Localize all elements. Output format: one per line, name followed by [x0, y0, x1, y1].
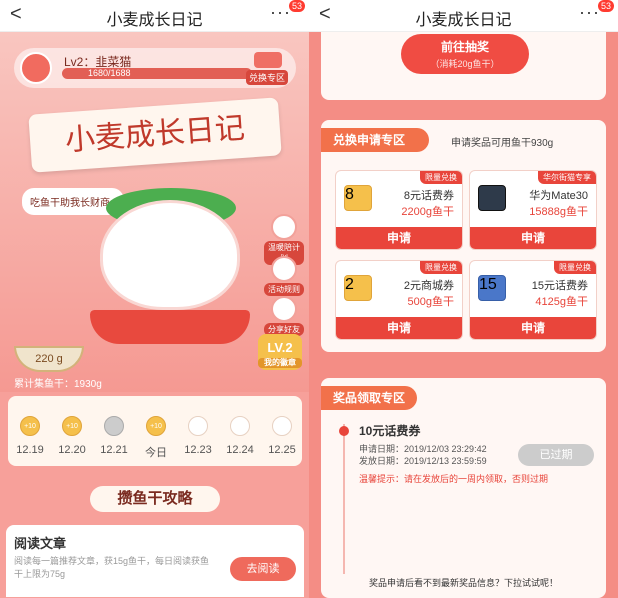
voucher-icon: 8 — [344, 185, 372, 211]
prize-name: 8元话费券 — [403, 190, 454, 202]
left-screen: < 小麦成长日记 ··· 53 Lv2：韭菜猫 1680/1688 兑换专区 小… — [0, 0, 309, 598]
calendar-date: 12.20 — [58, 444, 86, 456]
lottery-button-label: 前往抽奖 — [440, 40, 489, 54]
coin-icon — [188, 416, 208, 436]
prize-price: 500g鱼干 — [407, 296, 454, 308]
calendar-date: 今日 — [145, 447, 167, 459]
apply-button[interactable]: 申请 — [470, 227, 596, 249]
prize-name: 华为Mate30 — [529, 190, 588, 202]
calendar-date: 12.25 — [268, 444, 296, 456]
lottery-button[interactable]: 前往抽奖 （消耗20g鱼干） — [401, 34, 529, 74]
share-icon — [271, 296, 297, 322]
calendar-date: 12.23 — [184, 444, 212, 456]
cat-mascot[interactable] — [100, 200, 240, 310]
prize-name: 2元商城券 — [403, 280, 454, 292]
calendar-day[interactable]: +10 12.20 — [52, 416, 92, 456]
lottery-cost: （消耗20g鱼干） — [430, 59, 500, 69]
phone-icon — [478, 185, 506, 211]
top-bar: < 小麦成长日记 ··· 53 — [0, 0, 309, 32]
avatar[interactable] — [20, 52, 52, 84]
issue-date: 发放日期：2019/12/13 23:59:59 — [359, 456, 487, 466]
calendar-day[interactable]: 12.24 — [220, 416, 260, 456]
claim-section: 奖品领取专区 10元话费券 申请日期：2019/12/03 23:29:42 发… — [321, 378, 606, 598]
page-title: 小麦成长日记 — [415, 12, 512, 29]
prize-card: 限量兑换 8 8元话费券 2200g鱼干 申请 — [335, 170, 463, 250]
go-read-button[interactable]: 去阅读 — [230, 557, 296, 581]
more-icon[interactable]: ··· — [579, 2, 600, 23]
claim-tag: 奖品领取专区 — [321, 386, 417, 410]
pull-refresh-hint: 奖品申请后看不到最新奖品信息？下拉试试呢！ — [368, 578, 558, 588]
task-title: 阅读文章 — [14, 536, 67, 551]
badge-level: LV.2 — [267, 340, 293, 355]
prize-tag: 限量兑换 — [554, 261, 596, 274]
claim-item-name: 10元话费券 — [359, 424, 421, 438]
calendar-day[interactable]: 12.23 — [178, 416, 218, 456]
shop-icon[interactable] — [254, 52, 282, 68]
prize-price: 15888g鱼干 — [529, 206, 588, 218]
top-bar: < 小麦成长日记 ··· 53 — [309, 0, 618, 32]
prize-price: 4125g鱼干 — [535, 296, 588, 308]
mascot-pot — [90, 310, 250, 344]
timeline-line — [343, 424, 345, 574]
coin-icon — [104, 416, 124, 436]
prize-card: 限量兑换 15 15元话费券 4125g鱼干 申请 — [469, 260, 597, 340]
page-title: 小麦成长日记 — [106, 12, 203, 29]
warm-plan-icon — [271, 214, 297, 240]
side-button-share[interactable]: 分享好友 — [264, 296, 304, 336]
calendar-day[interactable]: +10 今日 — [136, 416, 176, 460]
badge-label: 我的徽章 — [258, 358, 302, 368]
notification-badge: 53 — [288, 0, 305, 12]
coin-icon — [230, 416, 250, 436]
prize-tag: 限量兑换 — [420, 171, 462, 184]
prize-card: 华尔街猫专享 华为Mate30 15888g鱼干 申请 — [469, 170, 597, 250]
more-icon[interactable]: ··· — [270, 2, 291, 23]
notification-badge: 53 — [597, 0, 614, 12]
checkin-calendar: +10 12.19 +10 12.20 12.21 +10 今日 12.23 1… — [8, 396, 302, 466]
coin-icon: +10 — [146, 416, 166, 436]
apply-button[interactable]: 申请 — [336, 317, 462, 339]
coin-icon: +10 — [62, 416, 82, 436]
apply-button[interactable]: 申请 — [470, 317, 596, 339]
coin-icon — [272, 416, 292, 436]
strategy-title: 攒鱼干攻略 — [90, 486, 220, 512]
prize-tag: 华尔街猫专享 — [538, 171, 596, 184]
calendar-day[interactable]: 12.25 — [262, 416, 302, 456]
voucher-icon: 2 — [344, 275, 372, 301]
calendar-date: 12.19 — [16, 444, 44, 456]
task-desc: 阅读每一篇推荐文章，获15g鱼干，每日阅读获鱼干上限为75g — [14, 556, 210, 579]
exchange-section: 兑换申请专区 申请奖品可用鱼干930g 限量兑换 8 8元话费券 2200g鱼干… — [321, 120, 606, 352]
side-button-label: 活动规则 — [264, 283, 304, 296]
voucher-icon: 15 — [478, 275, 506, 301]
calendar-day[interactable]: +10 12.19 — [10, 416, 50, 456]
timeline-dot — [339, 426, 349, 436]
calendar-date: 12.24 — [226, 444, 254, 456]
expired-button[interactable]: 已过期 — [518, 444, 594, 466]
my-badge[interactable]: LV.2 我的徽章 — [258, 334, 302, 370]
prize-card: 限量兑换 2 2元商城券 500g鱼干 申请 — [335, 260, 463, 340]
task-card: 阅读文章 阅读每一篇推荐文章，获15g鱼干，每日阅读获鱼干上限为75g 去阅读 — [6, 525, 304, 597]
calendar-date: 12.21 — [100, 444, 128, 456]
claim-warning: 温馨提示：请在发放后的一周内领取，否则过期 — [359, 474, 549, 484]
exchange-tag: 兑换申请专区 — [321, 128, 429, 152]
coin-icon: +10 — [20, 416, 40, 436]
prize-price: 2200g鱼干 — [401, 206, 454, 218]
side-button-rules[interactable]: 活动规则 — [264, 256, 304, 296]
prize-tag: 限量兑换 — [420, 261, 462, 274]
rules-icon — [271, 256, 297, 282]
level-bar: Lv2：韭菜猫 1680/1688 兑换专区 — [14, 48, 296, 88]
apply-button[interactable]: 申请 — [336, 227, 462, 249]
calendar-day[interactable]: 12.21 — [94, 416, 134, 456]
shop-label[interactable]: 兑换专区 — [245, 70, 288, 85]
level-progress-text: 1680/1688 — [88, 68, 131, 78]
prize-name: 15元话费券 — [531, 280, 588, 292]
bowl-amount: 220 g — [35, 353, 63, 365]
exchange-note: 申请奖品可用鱼干930g — [451, 138, 554, 149]
right-screen: 前往抽奖 （消耗20g鱼干） < 小麦成长日记 ··· 53 兑换申请专区 申请… — [309, 0, 618, 598]
collected-total: 累计集鱼干：1930g — [14, 379, 102, 390]
level-progress: 1680/1688 — [62, 68, 252, 79]
